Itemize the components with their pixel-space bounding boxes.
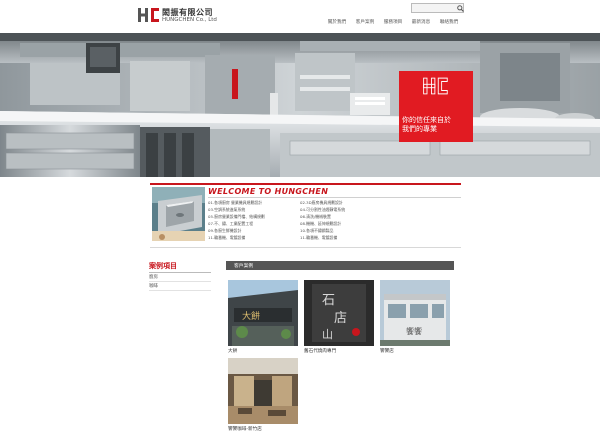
case-card[interactable]: 大餅 大餅	[228, 280, 298, 354]
tagline-text: 你的信任來自於 我們的專業	[402, 116, 472, 134]
case-caption: 饗饗店	[380, 349, 394, 354]
cases-header-title: 客戶案例	[234, 264, 254, 269]
sidebar-divider	[149, 290, 211, 291]
service-item: 09.各廚生鮮機設計	[208, 228, 242, 233]
hero-banner	[0, 33, 600, 177]
nav-news[interactable]: 最新消息	[407, 19, 435, 25]
main-navigation: 關於我們 客戶案例 服務項目 最新消息 聯絡我們	[323, 19, 463, 25]
service-item: 06.清洗/機械裝置	[300, 214, 331, 219]
case-caption: 舊石代燒肉專門	[304, 349, 337, 354]
sidebar-divider	[149, 281, 211, 282]
sidebar-item-kitchen[interactable]: 廚房	[149, 274, 158, 280]
cases-header-bar: 客戶案例	[226, 261, 454, 270]
welcome-rule	[208, 197, 461, 198]
logo-english-name: HUNGCHEN Co., Ltd	[162, 17, 217, 23]
case-caption: 大餅	[228, 349, 238, 354]
service-item: 07.不、鏽、工業配置工程	[208, 221, 254, 226]
case-photo: 饗饗	[380, 280, 450, 346]
sidebar-rule	[149, 272, 211, 273]
svg-text:石: 石	[322, 293, 335, 308]
search-icon	[456, 4, 464, 12]
svg-text:饗饗: 饗饗	[406, 326, 422, 336]
svg-text:大餅: 大餅	[242, 310, 260, 322]
service-item: 10.各項不鏽鋼製品	[300, 228, 334, 233]
service-item: 03.空調系統進氣系統	[208, 207, 246, 212]
service-item: 02.3D廚房機具規劃設計	[300, 200, 343, 205]
service-item: 08.機機、延伸規劃設計	[300, 221, 342, 226]
company-logo[interactable]: 閎振有限公司 HUNGCHEN Co., Ltd	[138, 7, 218, 25]
case-photo: 石 店 山	[304, 280, 374, 346]
tagline-line1: 你的信任來自於	[402, 116, 451, 124]
case-caption: 饗饗咖啡-新竹店	[228, 427, 262, 432]
service-item: 04.可分割性油煙靜電系統	[300, 207, 346, 212]
sidebar-item-coffee[interactable]: 咖啡	[149, 283, 158, 289]
hc-tag-mark	[423, 77, 449, 95]
service-item: 05.廚房營業設備門檔、結構規劃	[208, 214, 265, 219]
welcome-title: WELCOME TO HUNGCHEN	[208, 187, 329, 196]
sidebar-title: 案例項目	[149, 262, 177, 270]
case-photo: 大餅	[228, 280, 298, 346]
svg-text:店: 店	[334, 311, 347, 326]
case-card[interactable]: 饗饗 饗饗店	[380, 280, 450, 354]
nav-about[interactable]: 關於我們	[323, 19, 351, 25]
nav-cases[interactable]: 客戶案例	[351, 19, 379, 25]
nav-services[interactable]: 服務項目	[379, 19, 407, 25]
tagline-card: 你的信任來自於 我們的專業	[399, 71, 473, 142]
welcome-bottom-rule	[150, 247, 461, 248]
welcome-top-rule	[150, 183, 461, 185]
service-item: 11.輪番機、電鍍設備	[300, 235, 338, 240]
svg-text:山: 山	[322, 328, 333, 341]
hc-logo-mark	[138, 7, 160, 23]
case-card[interactable]: 饗饗咖啡-新竹店	[228, 358, 298, 432]
tagline-line2: 我們的專業	[402, 125, 437, 133]
case-photo	[228, 358, 298, 424]
service-item: 11.輪番機、電鍍設備	[208, 235, 246, 240]
service-item: 01.各項廚房 營業機具規劃設計	[208, 200, 263, 205]
case-card[interactable]: 石 店 山 舊石代燒肉專門	[304, 280, 374, 354]
search-button[interactable]	[456, 3, 464, 13]
kitchen-banner-image	[0, 33, 600, 177]
nav-contact[interactable]: 聯絡我們	[435, 19, 463, 25]
sink-photo	[152, 187, 205, 241]
